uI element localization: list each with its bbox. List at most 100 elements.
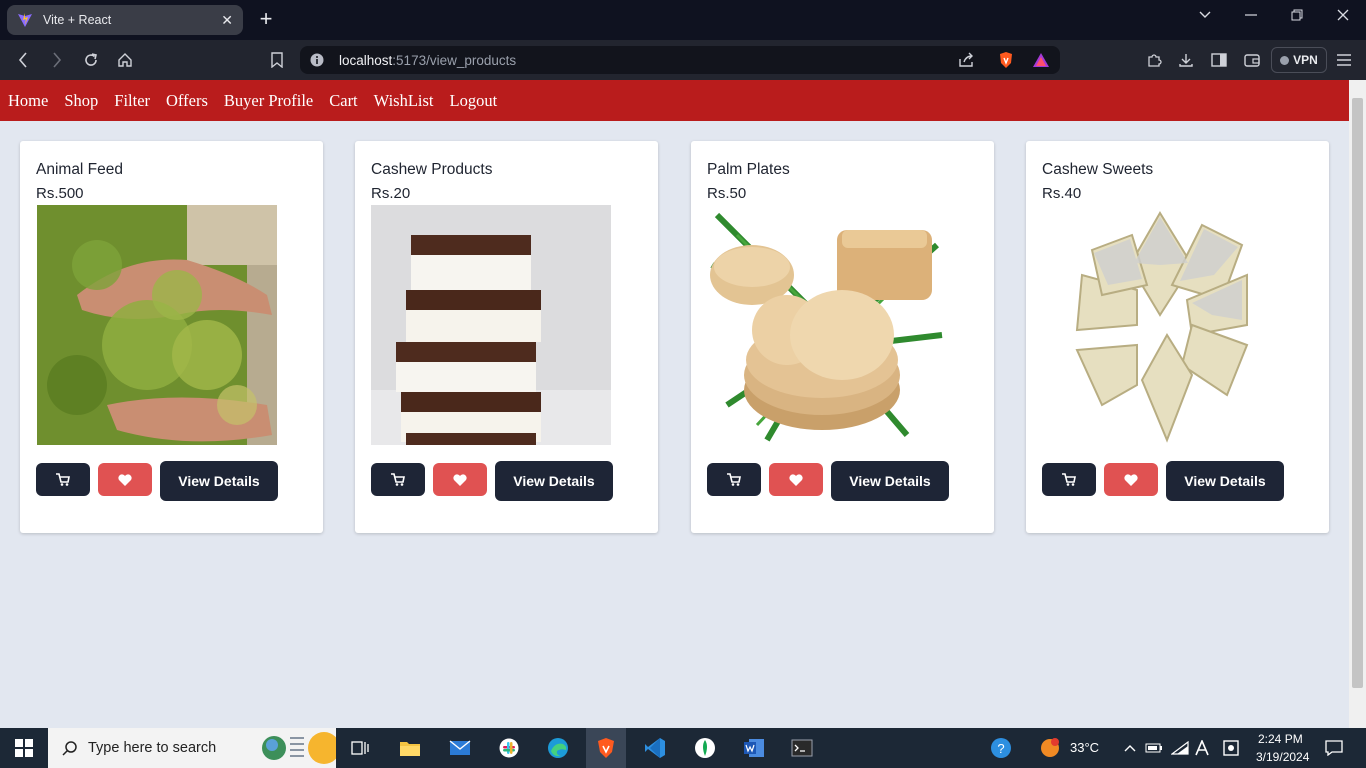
nav-offers[interactable]: Offers [166, 91, 208, 111]
address-bar[interactable]: localhost :5173/view_products [300, 46, 1060, 74]
windows-logo-icon [15, 739, 33, 757]
view-details-button[interactable]: View Details [495, 461, 613, 501]
weather-temperature: 33°C [1070, 740, 1100, 755]
close-window-icon[interactable] [1320, 0, 1366, 30]
product-price: Rs.20 [371, 185, 411, 202]
reload-icon[interactable] [79, 48, 103, 72]
heart-icon [118, 473, 132, 486]
browser-tab-bar: Vite + React ✕ + [0, 0, 1366, 40]
brave-taskbar-icon[interactable] [586, 728, 626, 768]
word-icon[interactable] [740, 734, 768, 762]
svg-text:?: ? [997, 741, 1004, 756]
product-image-cashew-products [371, 205, 611, 445]
slack-icon[interactable] [495, 734, 523, 762]
product-name: Palm Plates [707, 161, 790, 178]
product-card: Palm Plates Rs.50 View Details [691, 141, 994, 533]
add-to-wishlist-button[interactable] [98, 463, 152, 496]
share-icon[interactable] [958, 52, 976, 68]
vpn-button[interactable]: VPN [1271, 47, 1327, 73]
product-price: Rs.500 [36, 185, 84, 202]
search-highlight-icon [262, 732, 336, 764]
search-icon [62, 741, 77, 756]
vpn-status-icon [1280, 55, 1290, 65]
mongodb-compass-icon[interactable] [691, 734, 719, 762]
extensions-icon[interactable] [1142, 48, 1166, 72]
add-to-cart-button[interactable] [707, 463, 761, 496]
product-card: Animal Feed Rs.500 View Details [20, 141, 323, 533]
task-view-icon[interactable] [346, 734, 374, 762]
sidebar-icon[interactable] [1207, 48, 1231, 72]
windows-taskbar: Type here to search ? 33°C 2:24 PM 3/19/… [0, 728, 1366, 768]
browser-tab[interactable]: Vite + React ✕ [7, 5, 243, 35]
nav-filter[interactable]: Filter [114, 91, 150, 111]
clock-time[interactable]: 2:24 PM [1258, 732, 1303, 746]
tab-close-icon[interactable]: ✕ [221, 12, 233, 29]
product-name: Animal Feed [36, 161, 124, 178]
vite-logo-icon [18, 13, 32, 27]
nav-logout[interactable]: Logout [450, 91, 498, 111]
menu-icon[interactable] [1332, 48, 1356, 72]
product-card: Cashew Sweets Rs.40 View Details [1026, 141, 1329, 533]
add-to-cart-button[interactable] [1042, 463, 1096, 496]
back-icon[interactable] [11, 48, 35, 72]
ime-language-icon[interactable] [1188, 734, 1216, 762]
terminal-icon[interactable] [788, 734, 816, 762]
add-to-wishlist-button[interactable] [769, 463, 823, 496]
add-to-cart-button[interactable] [371, 463, 425, 496]
product-image-cashew-sweets [1042, 205, 1282, 445]
heart-icon [453, 473, 467, 486]
search-placeholder: Type here to search [88, 740, 217, 756]
view-details-button[interactable]: View Details [160, 461, 278, 501]
url-path: :5173/view_products [392, 52, 517, 68]
heart-icon [789, 473, 803, 486]
heart-icon [1124, 473, 1138, 486]
tray-app-icon[interactable] [1217, 734, 1245, 762]
vscode-icon[interactable] [641, 734, 669, 762]
new-tab-icon[interactable]: + [256, 8, 276, 32]
product-image-palm-plates [707, 205, 947, 445]
product-price: Rs.50 [707, 185, 747, 202]
restore-icon[interactable] [1274, 0, 1320, 30]
mail-icon[interactable] [446, 734, 474, 762]
product-price: Rs.40 [1042, 185, 1082, 202]
bookmark-icon[interactable] [265, 48, 289, 72]
edge-icon[interactable] [544, 734, 572, 762]
start-button[interactable] [0, 728, 48, 768]
view-details-button[interactable]: View Details [831, 461, 949, 501]
home-icon[interactable] [113, 48, 137, 72]
clock-date[interactable]: 3/19/2024 [1256, 750, 1309, 764]
cart-icon [1062, 473, 1076, 486]
battery-icon[interactable] [1140, 734, 1168, 762]
taskbar-search[interactable]: Type here to search [48, 728, 336, 768]
brave-rewards-icon[interactable] [1032, 52, 1050, 68]
view-details-button[interactable]: View Details [1166, 461, 1284, 501]
help-icon[interactable]: ? [987, 734, 1015, 762]
site-navbar: Home Shop Filter Offers Buyer Profile Ca… [0, 80, 1349, 121]
cart-icon [727, 473, 741, 486]
minimize-icon[interactable] [1228, 0, 1274, 30]
browser-toolbar: localhost :5173/view_products VPN [0, 40, 1366, 80]
nav-cart[interactable]: Cart [329, 91, 357, 111]
nav-wishlist[interactable]: WishList [374, 91, 434, 111]
add-to-wishlist-button[interactable] [433, 463, 487, 496]
add-to-wishlist-button[interactable] [1104, 463, 1158, 496]
brave-shield-icon[interactable] [998, 51, 1014, 69]
forward-icon[interactable] [45, 48, 69, 72]
notifications-icon[interactable] [1320, 734, 1348, 762]
tab-title: Vite + React [43, 13, 112, 27]
add-to-cart-button[interactable] [36, 463, 90, 496]
page-scrollbar[interactable] [1349, 80, 1366, 728]
url-host: localhost [339, 52, 393, 68]
download-icon[interactable] [1174, 48, 1198, 72]
site-info-icon[interactable] [310, 53, 324, 67]
scrollbar-thumb[interactable] [1352, 98, 1363, 688]
file-explorer-icon[interactable] [396, 734, 424, 762]
nav-shop[interactable]: Shop [64, 91, 98, 111]
product-name: Cashew Products [371, 161, 493, 178]
weather-icon[interactable] [1036, 734, 1064, 762]
nav-buyer-profile[interactable]: Buyer Profile [224, 91, 313, 111]
nav-home[interactable]: Home [8, 91, 48, 111]
wallet-icon[interactable] [1240, 48, 1264, 72]
tab-list-chevron-icon[interactable] [1182, 0, 1228, 30]
cart-icon [56, 473, 70, 486]
